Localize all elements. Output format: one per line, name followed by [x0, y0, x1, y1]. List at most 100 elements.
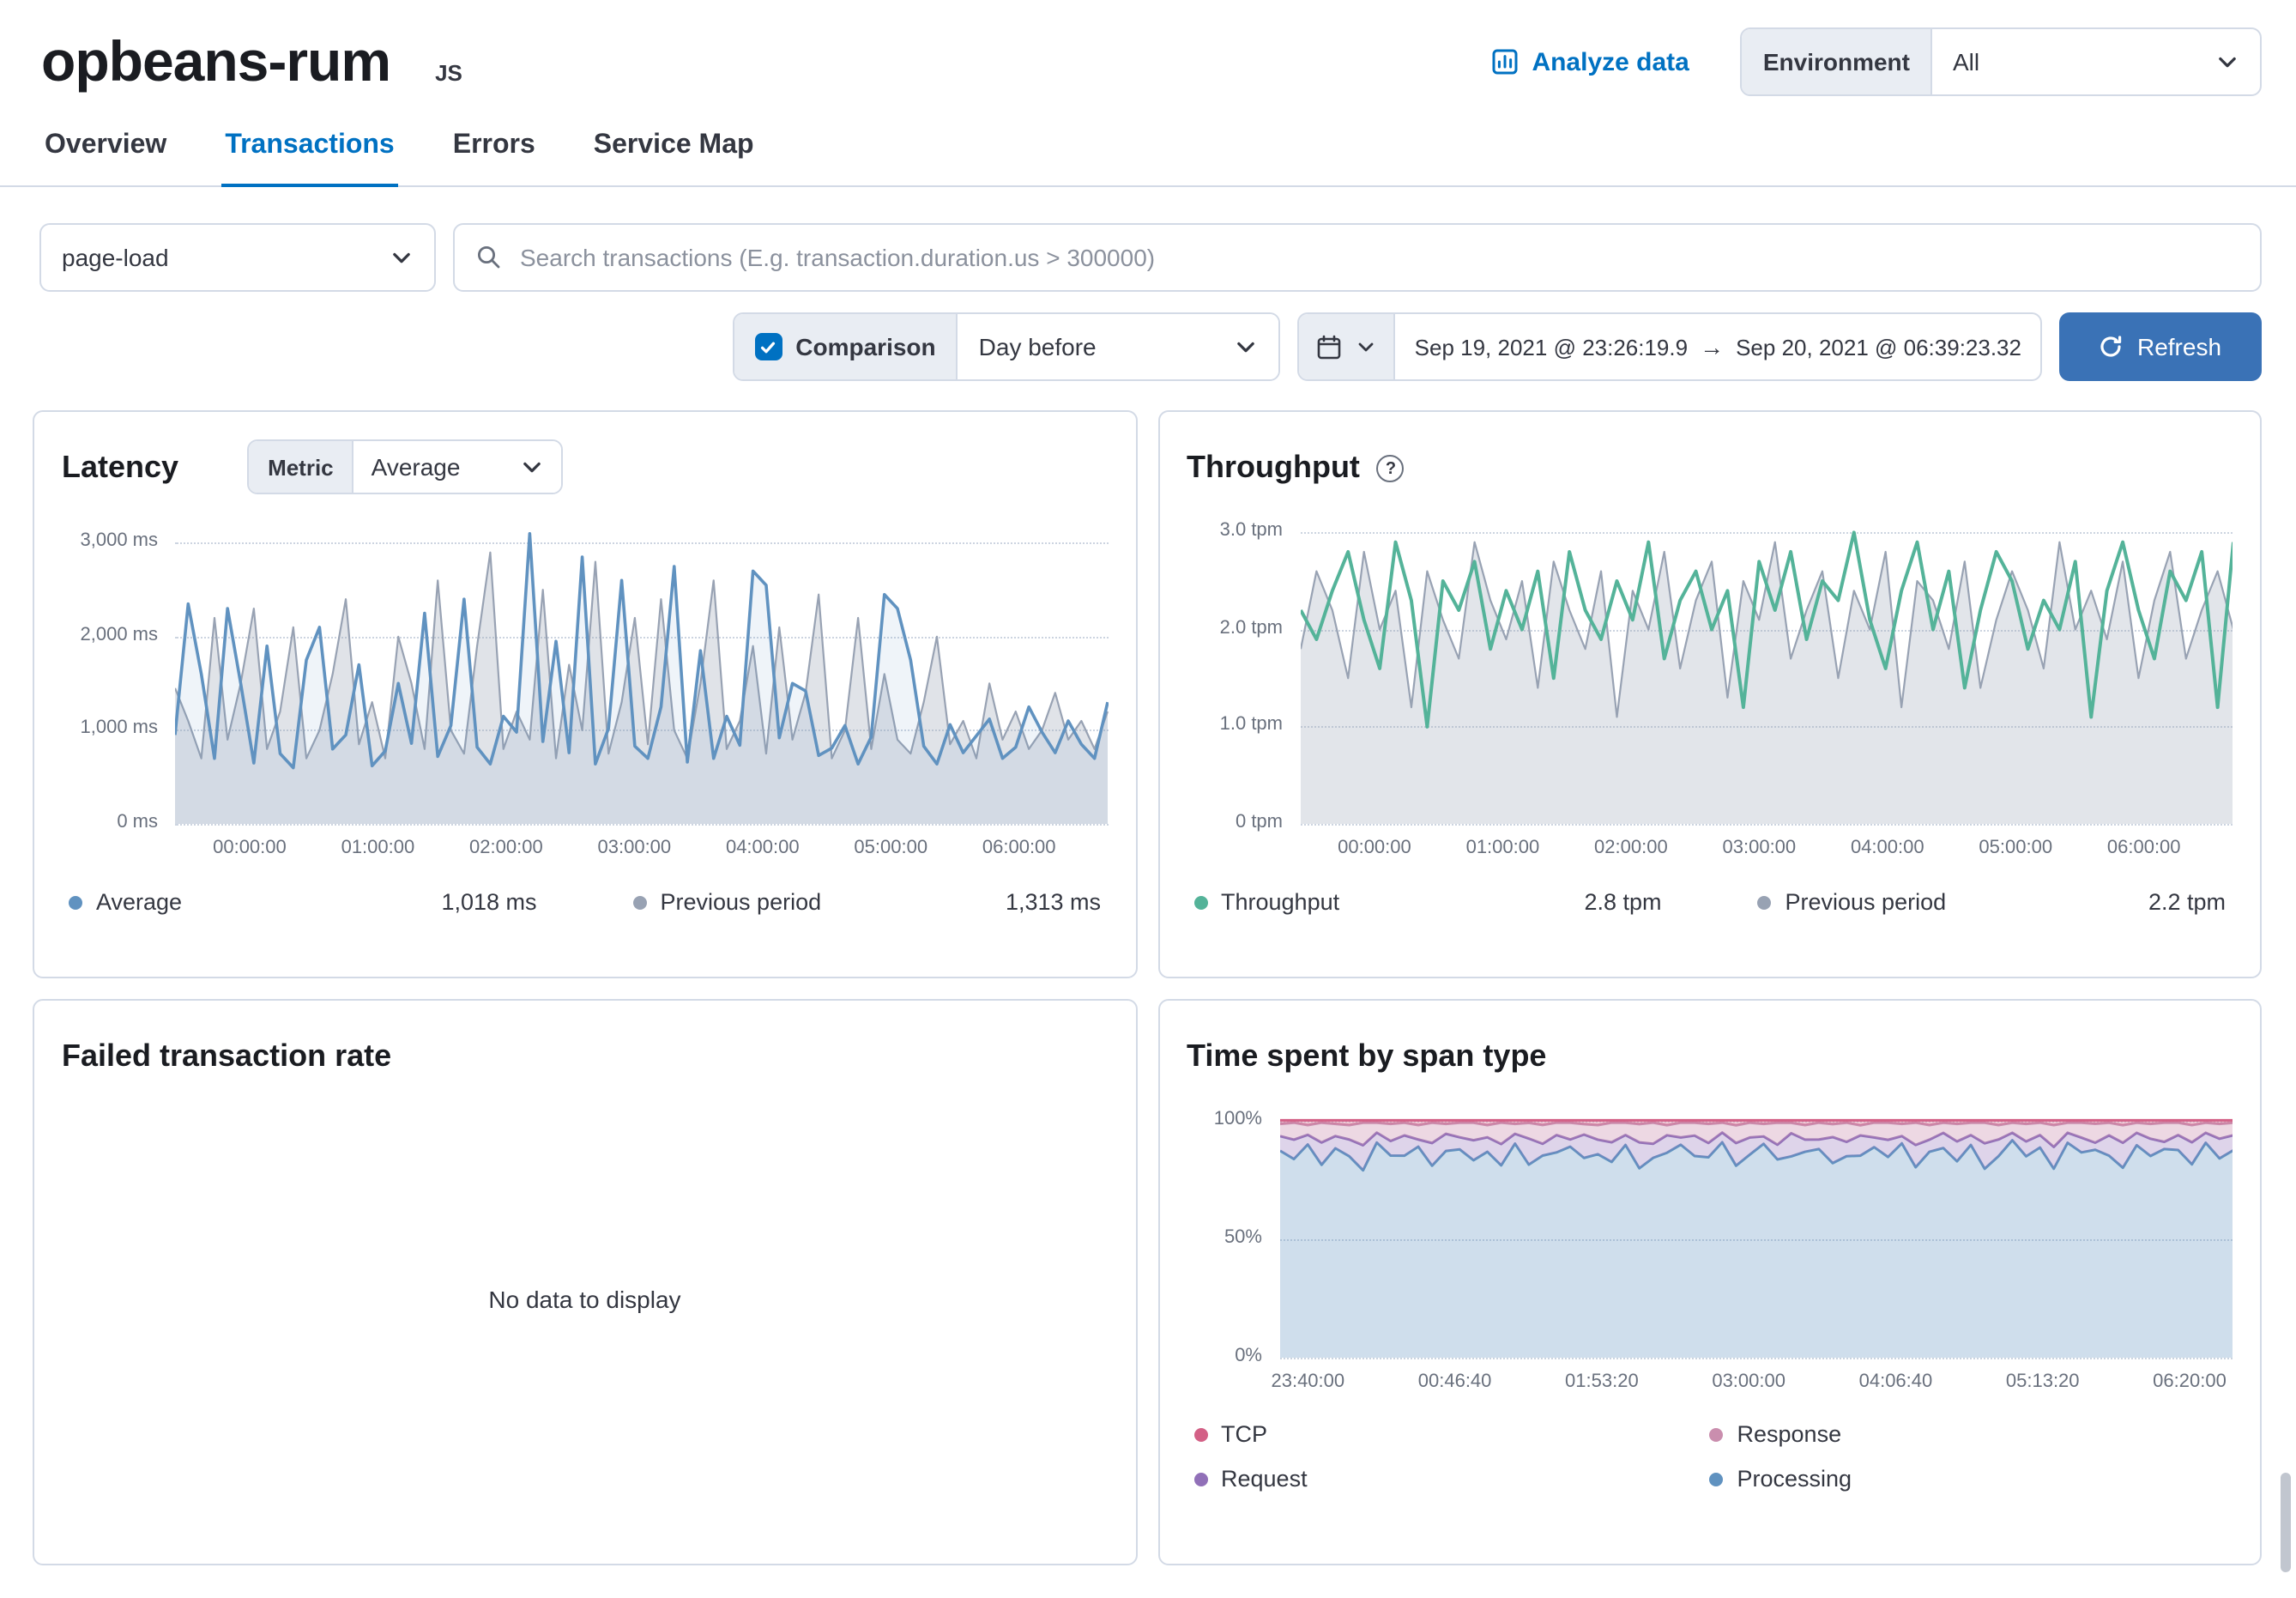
span-type-y-axis: 0%50%100%: [1187, 1104, 1279, 1358]
search-transactions-input[interactable]: [520, 244, 2239, 271]
series-dot-previous-period: [1758, 895, 1772, 909]
x-axis-tick-label: 01:00:00: [341, 838, 415, 858]
series-dot-average: [69, 895, 82, 909]
header-actions: Analyze data Environment All: [1490, 27, 2262, 96]
x-axis-tick-label: 04:06:40: [1859, 1371, 1933, 1392]
environment-select[interactable]: All: [1930, 29, 2260, 94]
service-name: opbeans-rum: [41, 29, 390, 94]
span-type-title: Time spent by span type: [1187, 1038, 1546, 1074]
comparison-period-select[interactable]: Day before: [957, 314, 1279, 379]
tab-service-map[interactable]: Service Map: [590, 117, 758, 187]
legend-value-throughput: 2.8 tpm: [1584, 889, 1661, 915]
legend-item-previous-period[interactable]: Previous period 1,313 ms: [633, 889, 1102, 915]
x-axis-tick-label: 04:00:00: [726, 838, 800, 858]
legend-item-previous-period[interactable]: Previous period 2.2 tpm: [1758, 889, 2227, 915]
search-box: [453, 223, 2262, 292]
span_type-series-svg: [1279, 1104, 2233, 1358]
legend-item-tcp[interactable]: TCP: [1193, 1421, 1710, 1447]
comparison-toggle[interactable]: Comparison: [734, 314, 956, 379]
legend-item-average[interactable]: Average 1,018 ms: [69, 889, 537, 915]
failed-rate-panel-header: Failed transaction rate: [62, 1028, 1108, 1083]
legend-item-request[interactable]: Request: [1193, 1466, 1710, 1492]
throughput-plot-area[interactable]: [1300, 515, 2233, 824]
latency-panel-header: Latency Metric Average: [62, 439, 1108, 494]
x-axis-tick-label: 23:40:00: [1271, 1371, 1344, 1392]
legend-value-previous-period: 1,313 ms: [1006, 889, 1101, 915]
latency-plot-area[interactable]: [175, 515, 1108, 824]
x-axis-tick-label: 00:00:00: [213, 838, 287, 858]
date-picker: Sep 19, 2021 @ 23:26:19.9 → Sep 20, 2021…: [1298, 312, 2042, 381]
page-scrollbar-thumb[interactable]: [2281, 1473, 2291, 1572]
series-dot-response: [1710, 1427, 1724, 1441]
chevron-down-icon: [521, 455, 545, 479]
latency-series-svg: [175, 515, 1108, 824]
span-type-plot-area[interactable]: [1279, 1104, 2233, 1358]
y-axis-tick-label: 50%: [1224, 1227, 1262, 1248]
latency-x-axis: 00:00:00 01:00:00 02:00:00 03:00:00 04:00:00…: [175, 838, 1108, 860]
date-range-end[interactable]: Sep 20, 2021 @ 06:39:23.32: [1736, 334, 2021, 360]
analyze-data-link[interactable]: Analyze data: [1490, 47, 1689, 76]
refresh-label: Refresh: [2137, 333, 2221, 360]
legend-label-processing: Processing: [1737, 1466, 1852, 1492]
date-range-start[interactable]: Sep 19, 2021 @ 23:26:19.9: [1415, 334, 1688, 360]
service-title-group: opbeans-rum JS: [41, 29, 462, 94]
x-axis-tick-label: 02:00:00: [1594, 838, 1668, 858]
calendar-icon: [1317, 334, 1343, 360]
throughput-title: Throughput: [1187, 449, 1360, 485]
latency-panel: Latency Metric Average 0 ms1,000 ms2,000…: [33, 410, 1137, 978]
throughput-x-axis: 00:00:0001:00:0002:00:0003:00:0004:00:00…: [1300, 838, 2233, 860]
legend-label-tcp: TCP: [1221, 1421, 1267, 1447]
date-picker-menu-button[interactable]: [1300, 314, 1396, 379]
transaction-type-value: page-load: [62, 244, 169, 271]
refresh-button[interactable]: Refresh: [2059, 312, 2262, 381]
tab-overview[interactable]: Overview: [41, 117, 170, 187]
metric-label: Metric: [249, 441, 353, 493]
throughput-panel-header: Throughput ?: [1187, 439, 2233, 494]
transaction-filter-row: page-load: [0, 223, 2296, 292]
legend-value-previous-period: 2.2 tpm: [2148, 889, 2226, 915]
x-axis-tick-label: 04:00:00: [1851, 838, 1924, 858]
chevron-down-icon: [390, 245, 414, 269]
legend-label-previous-period: Previous period: [1785, 889, 1947, 915]
comparison-control: Comparison Day before: [732, 312, 1280, 381]
x-axis-tick-label: 06:20:00: [2153, 1371, 2227, 1392]
comparison-label: Comparison: [795, 333, 935, 360]
latency-metric-value: Average: [372, 453, 461, 481]
x-axis-tick-label: 03:00:00: [1723, 838, 1797, 858]
span-type-panel: Time spent by span type 0%50%100% 23:40:…: [1157, 999, 2262, 1565]
apm-transactions-page: opbeans-rum JS Analyze data Environment …: [0, 0, 2296, 1598]
throughput-panel: Throughput ? 0 tpm1.0 tpm2.0 tpm3.0 tpm …: [1157, 410, 2262, 978]
no-data-message: No data to display: [62, 1286, 1108, 1313]
x-axis-tick-label: 01:53:20: [1565, 1371, 1639, 1392]
x-axis-tick-label: 05:00:00: [854, 838, 927, 858]
legend-item-response[interactable]: Response: [1710, 1421, 2227, 1447]
span-type-chart: 0%50%100% 23:40:0000:46:4001:53:2003:00:…: [1187, 1104, 2233, 1394]
date-range-arrow-icon: →: [1700, 333, 1724, 360]
latency-title: Latency: [62, 449, 178, 485]
throughput-y-axis: 0 tpm1.0 tpm2.0 tpm3.0 tpm: [1187, 515, 1300, 824]
failed-transaction-rate-panel: Failed transaction rate No data to displ…: [33, 999, 1137, 1565]
legend-item-throughput[interactable]: Throughput 2.8 tpm: [1193, 889, 1662, 915]
x-axis-tick-label: 01:00:00: [1466, 838, 1540, 858]
tab-errors[interactable]: Errors: [450, 117, 539, 187]
legend-label-response: Response: [1737, 1421, 1842, 1447]
transaction-type-select[interactable]: page-load: [39, 223, 436, 292]
latency-metric-control: Metric Average: [247, 439, 564, 494]
throughput-legend: Throughput 2.8 tpm Previous period 2.2 t…: [1187, 889, 2233, 915]
latency-metric-select[interactable]: Average: [353, 441, 562, 493]
environment-selected-value: All: [1953, 48, 1979, 76]
latency-chart: 0 ms1,000 ms2,000 ms3,000 ms 00:00:0001:…: [62, 515, 1108, 860]
date-range: Sep 19, 2021 @ 23:26:19.9 → Sep 20, 2021…: [1396, 314, 2040, 379]
comparison-checkbox[interactable]: [754, 333, 782, 360]
legend-item-processing[interactable]: Processing: [1710, 1466, 2227, 1492]
refresh-icon: [2100, 335, 2124, 359]
x-axis-tick-label: 02:00:00: [469, 838, 543, 858]
tab-transactions[interactable]: Transactions: [221, 117, 397, 187]
help-icon[interactable]: ?: [1377, 455, 1405, 482]
y-axis-tick-label: 1.0 tpm: [1220, 715, 1283, 735]
comparison-period-value: Day before: [979, 333, 1097, 360]
y-axis-tick-label: 2.0 tpm: [1220, 618, 1283, 639]
x-axis-tick-label: 03:00:00: [598, 838, 672, 858]
time-filter-row: Comparison Day before Sep 19, 2021 @ 23:…: [0, 312, 2296, 381]
y-axis-tick-label: 3.0 tpm: [1220, 520, 1283, 541]
